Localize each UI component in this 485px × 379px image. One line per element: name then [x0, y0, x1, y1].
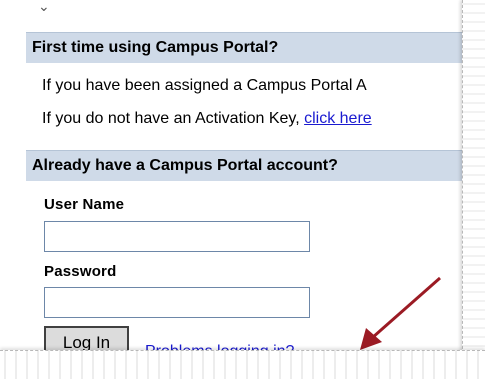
username-label: User Name — [44, 196, 125, 213]
existing-account-heading: Already have a Campus Portal account? — [26, 150, 464, 181]
first-time-heading: First time using Campus Portal? — [26, 32, 464, 63]
torn-edge-right — [462, 0, 485, 379]
torn-edge-bottom — [0, 350, 485, 379]
scroll-mark: ⌄ — [38, 0, 50, 14]
username-input[interactable] — [44, 221, 310, 252]
click-here-link[interactable]: click here — [304, 110, 372, 127]
arrow-icon — [360, 276, 441, 350]
activation-info-text: If you have been assigned a Campus Porta… — [42, 77, 367, 94]
password-input[interactable] — [44, 287, 310, 318]
activation-key-label: If you do not have an Activation Key, — [42, 110, 305, 127]
activation-key-text: If you do not have an Activation Key, cl… — [42, 110, 372, 128]
password-label: Password — [44, 263, 117, 280]
